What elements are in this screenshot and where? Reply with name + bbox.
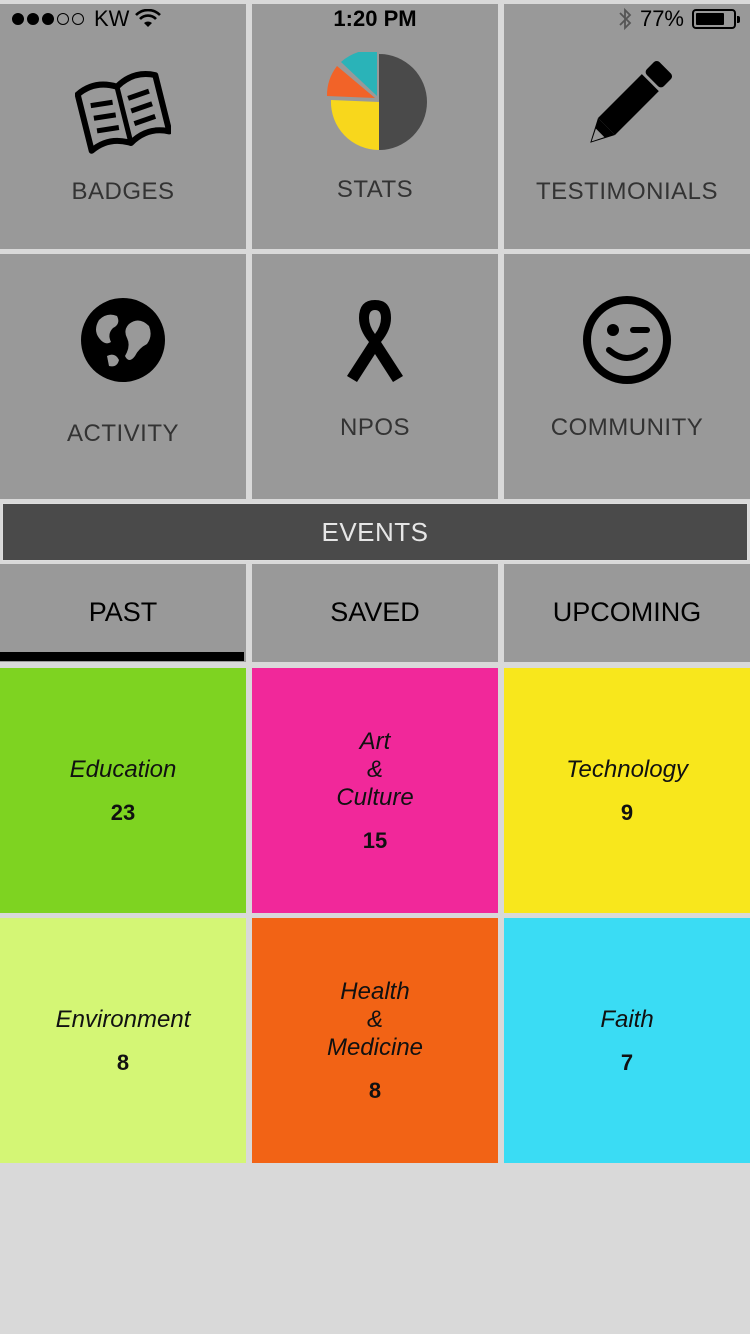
category-count: 9 [620,799,634,825]
npos-label: NPOS [339,414,410,441]
category-technology[interactable]: Technology 9 [504,668,750,913]
category-name: Faith [600,1005,654,1033]
category-count: 8 [368,1077,382,1103]
battery-fill [696,13,724,25]
category-count: 23 [110,799,136,825]
bluetooth-icon [619,7,632,31]
activity-label: ACTIVITY [66,420,179,447]
active-tab-indicator [0,652,244,661]
stats-label: STATS [336,176,414,203]
category-name: Education [69,755,177,783]
battery-icon [692,9,740,29]
badges-tile[interactable]: BADGES [0,4,246,249]
status-bar: KW 1:20 PM 77% [0,0,750,40]
category-education[interactable]: Education 23 [0,668,246,913]
smiley-wink-icon [504,294,750,386]
testimonials-label: TESTIMONIALS [535,178,719,205]
events-header: EVENTS [2,503,748,561]
category-name: Environment [55,1005,191,1033]
community-tile[interactable]: COMMUNITY [504,254,750,499]
globe-icon [0,294,246,386]
tab-saved[interactable]: SAVED [252,564,498,662]
category-name: Art & Culture [336,727,414,811]
category-environment[interactable]: Environment 8 [0,918,246,1163]
category-count: 7 [620,1049,634,1075]
status-right: 77% [618,6,740,32]
activity-tile[interactable]: ACTIVITY [0,254,246,499]
category-name: Health & Medicine [326,977,424,1061]
category-faith[interactable]: Faith 7 [504,918,750,1163]
battery-percent: 77% [639,6,684,31]
category-count: 8 [116,1049,130,1075]
category-health-medicine[interactable]: Health & Medicine 8 [252,918,498,1163]
pie-chart-icon [252,52,498,152]
category-count: 15 [362,827,388,853]
badges-label: BADGES [71,178,175,205]
tab-upcoming[interactable]: UPCOMING [504,564,750,662]
community-label: COMMUNITY [550,414,704,441]
category-name: Technology [566,755,688,783]
book-icon [0,66,246,156]
stats-tile[interactable]: STATS [252,4,498,249]
npos-tile[interactable]: NPOS [252,254,498,499]
tab-past[interactable]: PAST [0,564,246,662]
category-art-culture[interactable]: Art & Culture 15 [252,668,498,913]
ribbon-icon [252,296,498,386]
testimonials-tile[interactable]: TESTIMONIALS [504,4,750,249]
pencil-icon [504,58,750,154]
